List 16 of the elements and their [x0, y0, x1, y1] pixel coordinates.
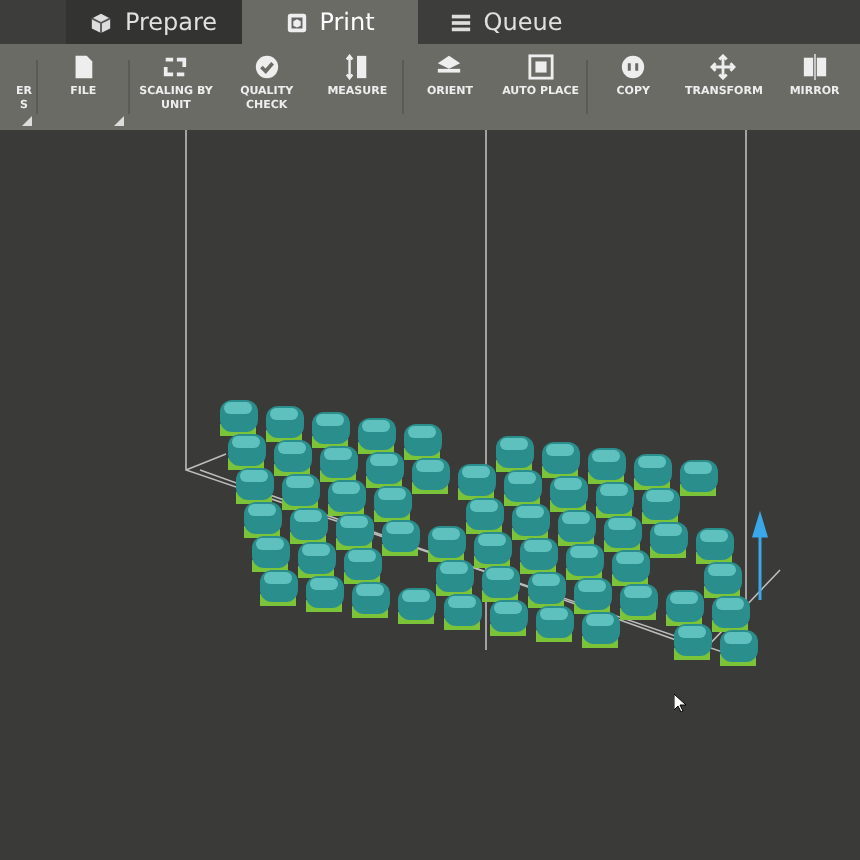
scale-arrows-icon	[162, 54, 189, 80]
cube-icon	[90, 11, 113, 33]
printer-icon	[285, 11, 308, 33]
mirror-icon	[801, 54, 828, 80]
tab[interactable]: Prepare	[66, 0, 242, 44]
cursor-icon	[674, 694, 686, 712]
move-arrows-icon	[710, 54, 737, 80]
menu-icon	[449, 11, 472, 33]
check-icon	[253, 54, 280, 80]
dropdown-corner-icon	[114, 116, 125, 126]
copy-icon	[620, 54, 647, 80]
file-icon	[70, 54, 97, 80]
ruler-icon	[344, 54, 371, 80]
auto-place-icon	[527, 54, 554, 80]
dropdown-corner-icon	[22, 116, 32, 126]
tab[interactable]: Print	[242, 0, 418, 44]
